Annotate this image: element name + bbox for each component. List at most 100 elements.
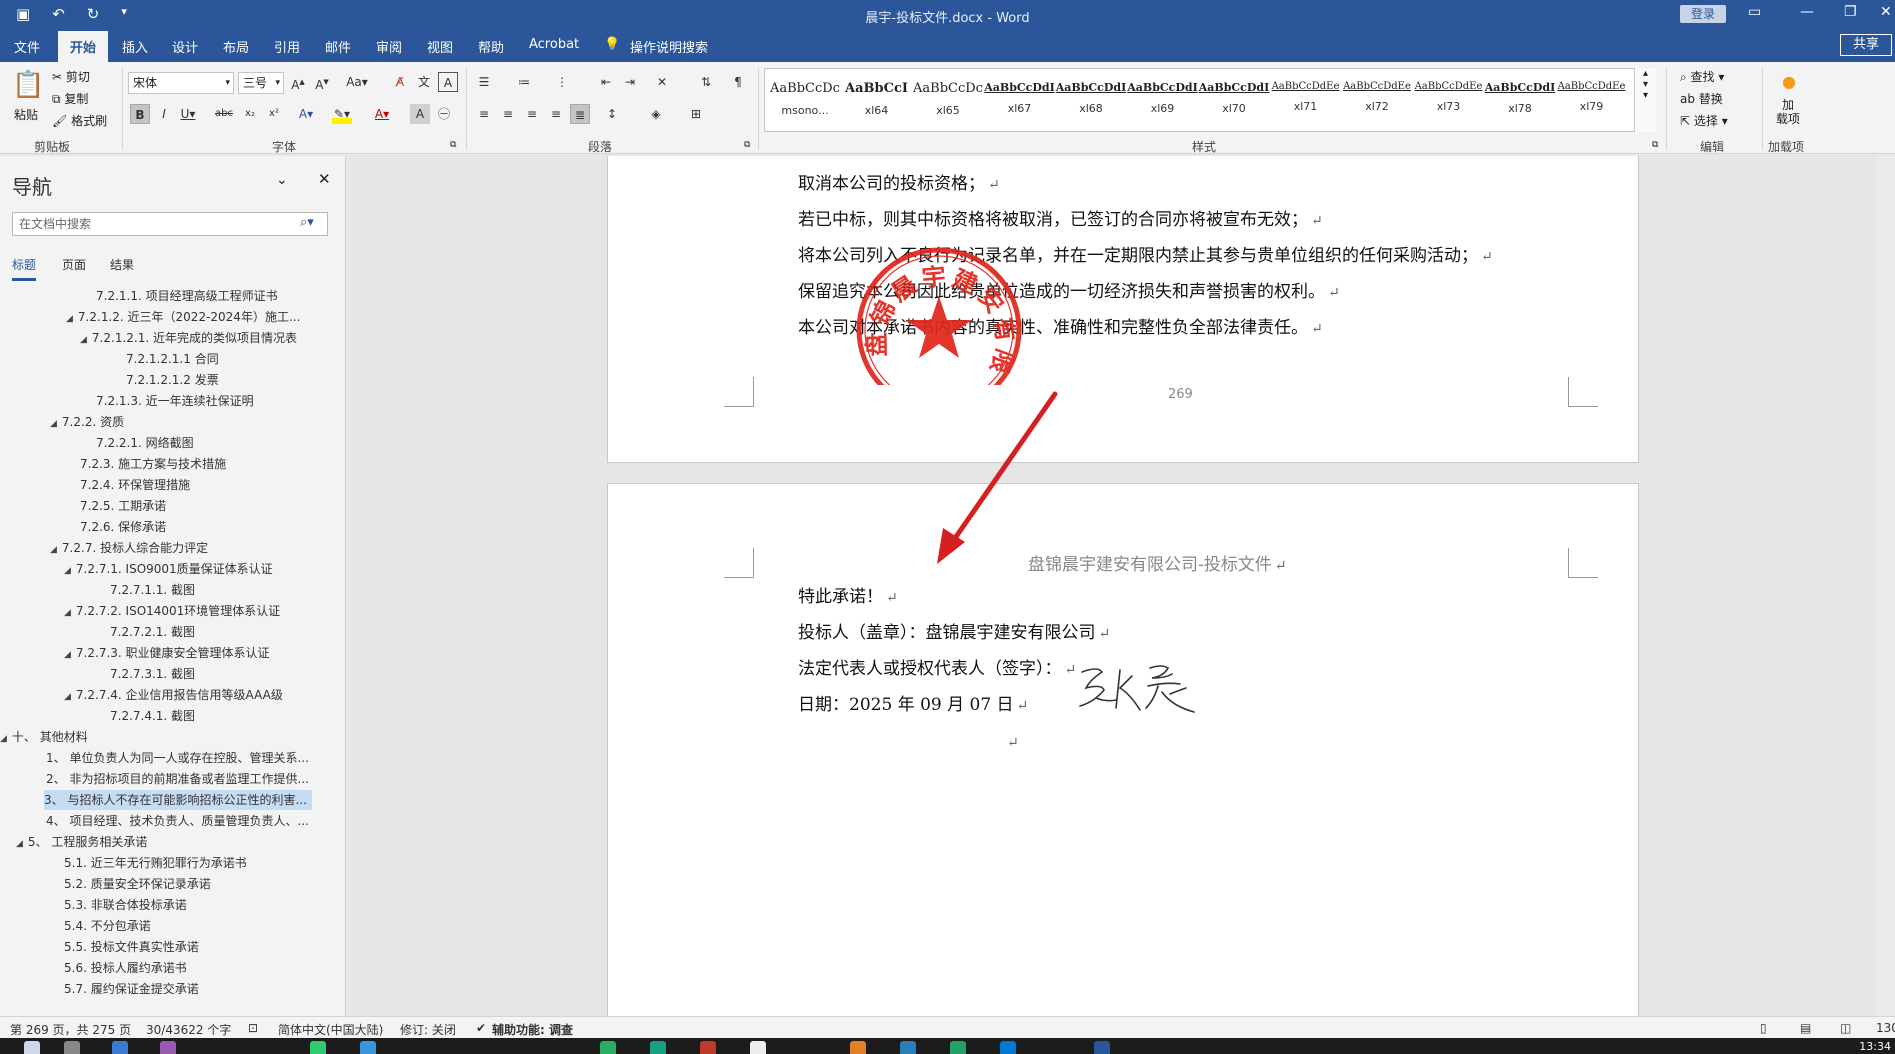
numbering-icon[interactable]: ≔ [514,72,534,92]
taskbar-app-icon[interactable] [650,1041,666,1054]
heading-tree-item[interactable]: 7.2.7.4.1. 截图 [110,706,195,726]
heading-tree-item[interactable]: 7.2.6. 保修承诺 [80,517,166,537]
select-button[interactable]: ⇱ 选择 ▾ [1680,112,1728,129]
heading-tree-item[interactable]: 2、 非为招标项目的前期准备或者监理工作提供... [46,769,309,789]
style-item[interactable]: AaBbCcDdEe xl71 [1270,73,1342,129]
taskbar-app-icon[interactable] [112,1041,128,1054]
maximize-icon[interactable]: ❐ [1844,4,1857,20]
heading-tree-item[interactable]: 4、 项目经理、技术负责人、质量管理负责人、... [46,811,309,831]
heading-tree-item[interactable]: 7.2.3. 施工方案与技术措施 [80,454,226,474]
tab-insert[interactable]: 插入 [122,37,148,56]
heading-tree-item[interactable]: ◢ 7.2.1.2.1. 近年完成的类似项目情况表 [80,328,297,348]
style-item[interactable]: AaBbCcDdI xl67 [984,73,1056,129]
shrink-font-icon[interactable]: A▼ [312,72,332,92]
paste-icon[interactable]: 📋 [12,70,44,100]
replace-button[interactable]: ab 替换 [1680,90,1723,107]
close-icon[interactable]: ✕ [318,170,331,188]
tab-results[interactable]: 结果 [110,256,134,273]
print-layout-icon[interactable]: ▤ [1800,1021,1811,1035]
collapse-triangle-icon[interactable]: ◢ [64,608,71,618]
tab-view[interactable]: 视图 [427,37,453,56]
taskbar-app-icon[interactable] [600,1041,616,1054]
close-window-icon[interactable]: ✕ [1880,4,1892,20]
strikethrough-icon[interactable]: abc [214,104,234,124]
heading-tree-item[interactable]: 5.5. 投标文件真实性承诺 [64,937,199,957]
copy-button[interactable]: ⧉ 复制 [52,90,88,107]
bold-icon[interactable]: B [130,104,150,124]
tab-mailings[interactable]: 邮件 [325,37,351,56]
font-name-combo[interactable]: 宋体 ▾ [128,72,234,94]
zoom-level[interactable]: 130 [1876,1021,1895,1035]
character-shading-icon[interactable]: A [410,104,430,124]
accessibility-status[interactable]: 辅助功能: 调查 [492,1021,573,1038]
taskbar-app-icon[interactable] [160,1041,176,1054]
style-item[interactable]: AaBbCcDdI xl78 [1484,73,1556,129]
search-input[interactable]: 在文档中搜索 [12,212,328,236]
taskbar-app-icon[interactable] [360,1041,376,1054]
heading-tree-item[interactable]: 7.2.4. 环保管理措施 [80,475,190,495]
character-border-icon[interactable]: A [438,72,458,92]
chevron-down-icon[interactable]: ⌄ [276,172,288,188]
italic-icon[interactable]: I [154,104,174,124]
clear-formatting-icon[interactable]: A̸ [390,72,410,92]
heading-tree-item[interactable]: 1、 单位负责人为同一人或存在控股、管理关系... [46,748,309,768]
tab-headings[interactable]: 标题 [12,256,37,281]
enclose-characters-icon[interactable]: ㊀ [434,104,454,124]
taskbar-app-icon[interactable] [900,1041,916,1054]
shading-icon[interactable]: ◈ [646,104,666,124]
heading-tree-item[interactable]: ◢ 7.2.7.3. 职业健康安全管理体系认证 [64,643,270,663]
style-item[interactable]: AaBbCcDc xl65 [912,73,984,129]
style-item[interactable]: AaBbCcI xl64 [841,73,913,129]
start-icon[interactable] [24,1041,40,1054]
word-count-status[interactable]: 30/43622 个字 [146,1021,231,1038]
minimize-icon[interactable]: — [1800,4,1814,20]
underline-icon[interactable]: U▾ [178,104,198,124]
page-count-status[interactable]: 第 269 页，共 275 页 [10,1021,131,1038]
text-effects-icon[interactable]: A▾ [296,104,316,124]
taskbar-app-icon[interactable] [700,1041,716,1054]
word-taskbar-icon[interactable] [1094,1041,1110,1054]
collapse-triangle-icon[interactable]: ◢ [80,335,87,345]
heading-tree-item[interactable]: 7.2.7.2.1. 截图 [110,622,195,642]
style-item[interactable]: AaBbCcDdI xl69 [1127,73,1199,129]
collapse-triangle-icon[interactable]: ◢ [64,566,71,576]
multilevel-list-icon[interactable]: ⋮ [552,72,572,92]
sort-icon[interactable]: ⇅ [696,72,716,92]
highlight-icon[interactable]: ✎▾ [332,104,352,124]
tab-file[interactable]: 文件 [14,37,40,56]
decrease-indent-icon[interactable]: ⇤ [596,72,616,92]
cut-button[interactable]: ✂ 剪切 [52,68,90,85]
line-spacing-icon[interactable]: ↕ [602,104,622,124]
bullets-icon[interactable]: ☰ [474,72,494,92]
heading-tree-item[interactable]: 5.4. 不分包承诺 [64,916,151,936]
styles-gallery-scroll[interactable]: ▴ ▾ ▾ [1634,68,1656,132]
style-item[interactable]: AaBbCcDdEe xl73 [1413,73,1485,129]
tab-references[interactable]: 引用 [274,37,300,56]
heading-tree-item[interactable]: 7.2.5. 工期承诺 [80,496,166,516]
collapse-triangle-icon[interactable]: ◢ [64,650,71,660]
heading-tree-item[interactable]: 7.2.1.2.1.2 发票 [126,370,219,390]
login-button[interactable]: 登录 [1680,5,1726,23]
share-button[interactable]: 共享 [1840,34,1892,56]
show-marks-icon[interactable]: ¶ [728,72,748,92]
paragraph-dialog-launcher-icon[interactable]: ⧉ [744,140,750,150]
heading-tree-item[interactable]: ◢ 7.2.1.2. 近三年（2022-2024年）施工... [66,307,300,327]
tab-layout[interactable]: 布局 [223,37,249,56]
align-right-icon[interactable]: ≡ [522,104,542,124]
tab-acrobat[interactable]: Acrobat [529,37,579,52]
heading-tree-item[interactable]: ◢ 7.2.2. 资质 [50,412,124,432]
search-icon[interactable]: ⌕▾ [300,215,314,230]
chinese-layout-icon[interactable]: ✕ [652,72,672,92]
language-status[interactable]: 简体中文(中国大陆) [278,1021,383,1038]
heading-tree-item[interactable]: ◢ 7.2.7. 投标人综合能力评定 [50,538,208,558]
heading-tree-item[interactable]: 5.2. 质量安全环保记录承诺 [64,874,211,894]
proofing-icon[interactable]: ⊡ [248,1021,258,1035]
style-item[interactable]: AaBbCcDc msono... [769,73,841,129]
heading-tree-item[interactable]: ◢ 7.2.7.4. 企业信用报告信用等级AAA级 [64,685,283,705]
web-layout-icon[interactable]: ◫ [1840,1021,1851,1035]
tab-pages[interactable]: 页面 [62,256,86,273]
font-size-combo[interactable]: 三号 ▾ [238,72,284,94]
tab-help[interactable]: 帮助 [478,37,504,56]
superscript-icon[interactable]: x² [264,104,284,124]
style-item[interactable]: AaBbCcDdI xl70 [1198,73,1270,129]
